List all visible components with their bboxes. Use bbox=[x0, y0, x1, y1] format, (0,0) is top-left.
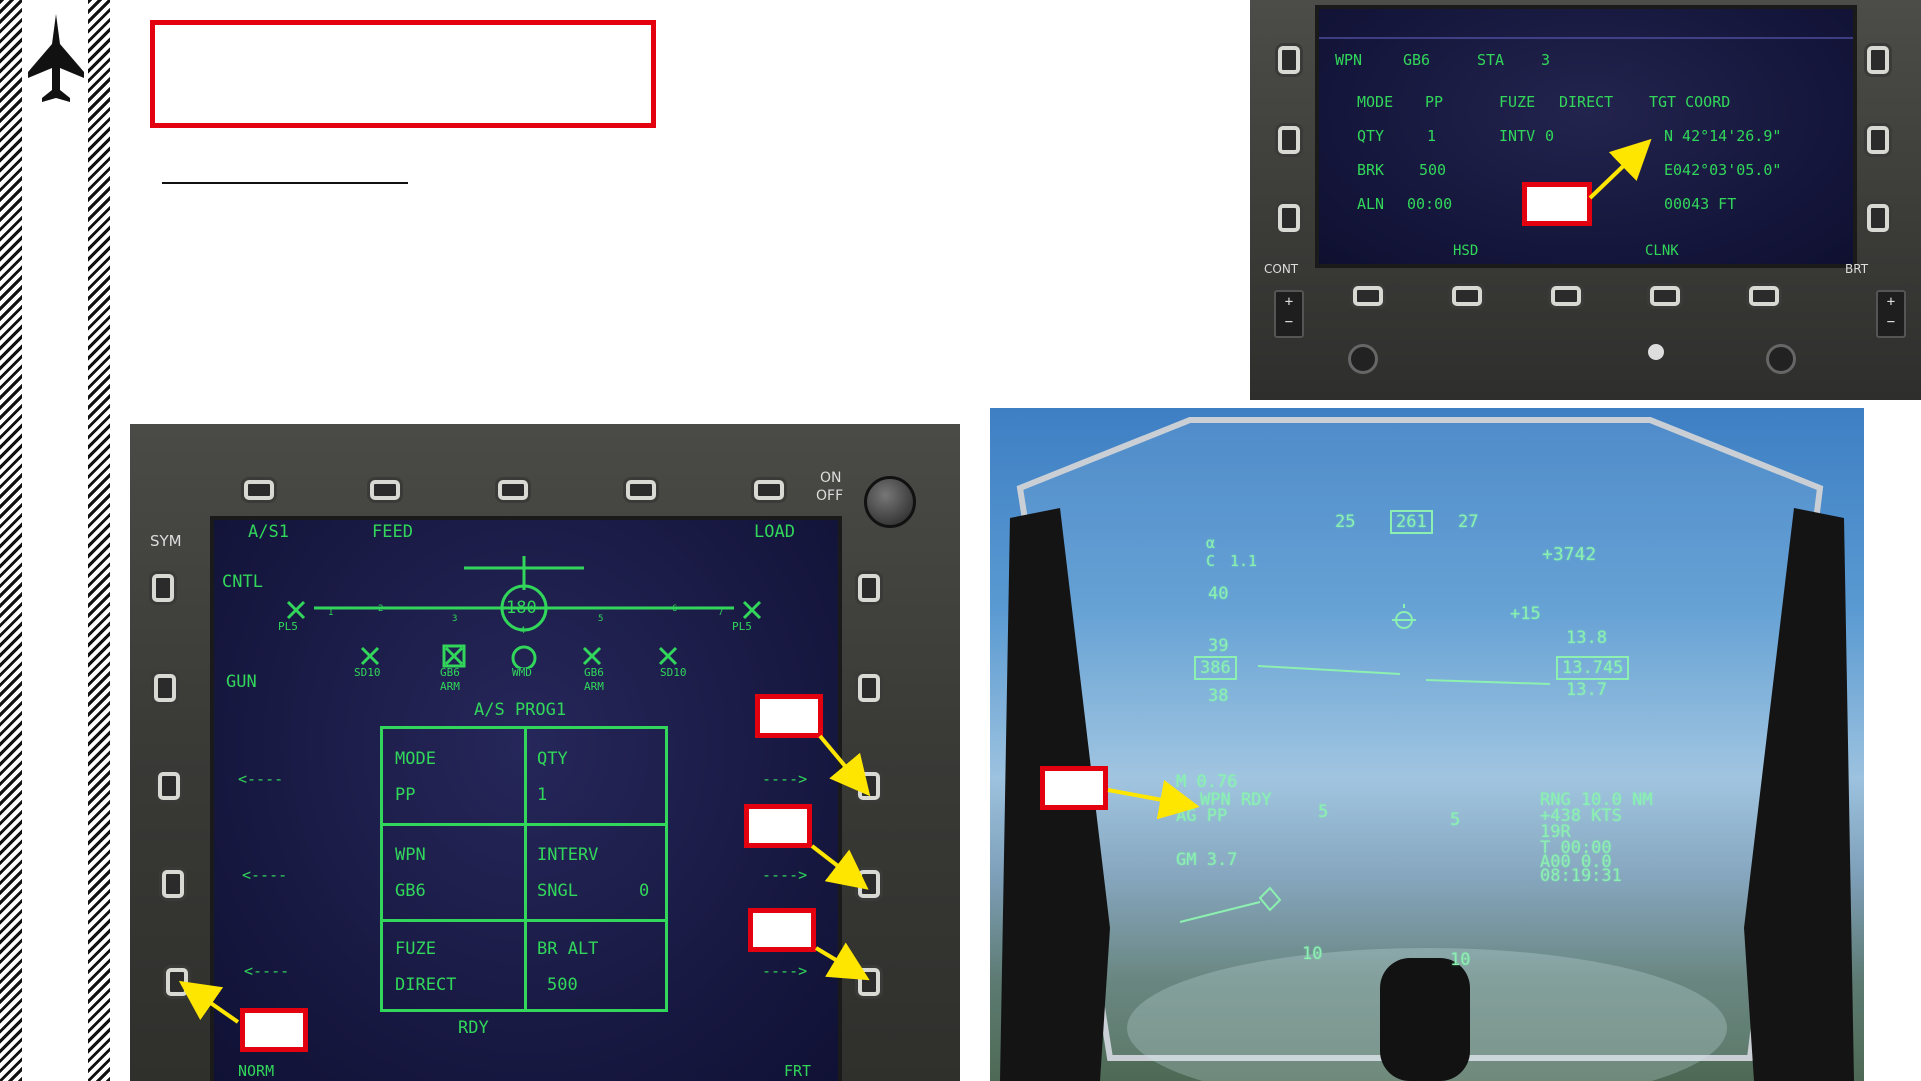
callout-arrows bbox=[178, 138, 1652, 1024]
